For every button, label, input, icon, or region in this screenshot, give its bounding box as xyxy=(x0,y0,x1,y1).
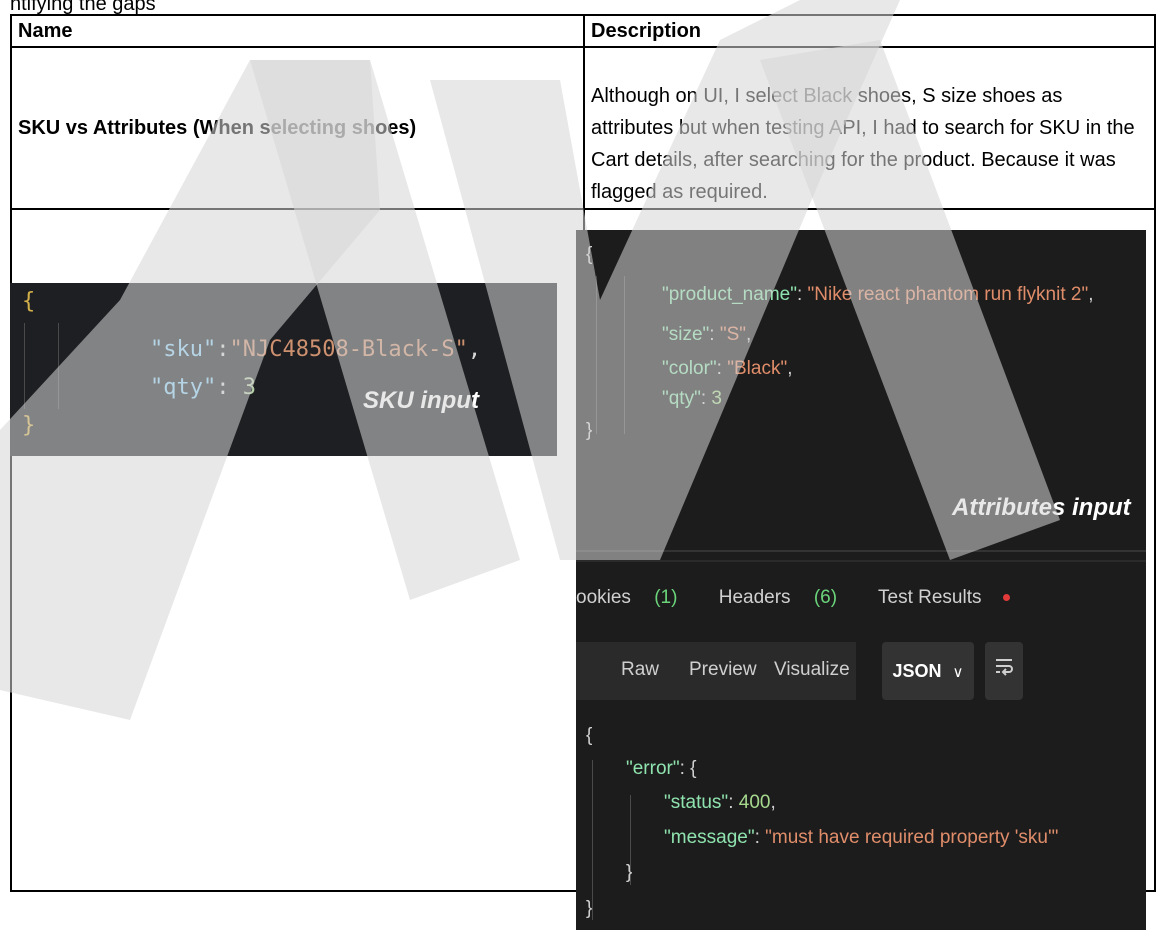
indent-guide xyxy=(24,323,25,409)
outer-close-brace: } xyxy=(586,898,593,919)
indent-guide xyxy=(624,276,625,434)
qty-value: 3 xyxy=(242,375,256,400)
tab-headers[interactable]: Headers (6) xyxy=(719,587,855,608)
indent-guide xyxy=(592,760,593,920)
document-top-text: ntifying the gaps xyxy=(10,0,156,15)
open-brace: { xyxy=(22,289,36,314)
visualize-button[interactable]: Visualize xyxy=(774,659,850,681)
header-name: Name xyxy=(10,14,585,48)
divider xyxy=(576,550,1146,552)
close-brace: } xyxy=(22,413,36,438)
product-name-line: "product_name": "Nike react phantom run … xyxy=(662,284,1094,305)
format-dropdown[interactable]: JSON ∨ xyxy=(882,642,974,700)
status-line: "status": 400, xyxy=(664,792,776,813)
color-line: "color": "Black", xyxy=(662,358,793,379)
attributes-close-brace: } xyxy=(586,420,593,441)
indent-guide xyxy=(596,276,597,434)
response-open-brace: { xyxy=(586,725,593,746)
response-toolbar: Raw Preview Visualize JSON ∨ xyxy=(576,642,1146,700)
response-tabs: ookies (1) Headers (6) Test Results xyxy=(576,587,1046,609)
tab-test-results[interactable]: Test Results xyxy=(878,587,1028,608)
wrap-lines-icon[interactable] xyxy=(985,642,1023,700)
row-description-cell: Although on UI, I select Black shoes, S … xyxy=(583,46,1156,210)
attributes-input-label: Attributes input xyxy=(952,494,1131,521)
chevron-down-icon: ∨ xyxy=(952,664,964,681)
row-name-cell: SKU vs Attributes (When selecting shoes) xyxy=(10,46,585,210)
attributes-open-brace: { xyxy=(586,244,593,265)
postman-screenshot: { "product_name": "Nike react phantom ru… xyxy=(576,230,1146,930)
sku-code-screenshot: { "sku":"NJC48508-Black-S", "qty": 3 } S… xyxy=(10,283,557,456)
inner-close-brace: } xyxy=(626,862,633,883)
qty-key: "qty" xyxy=(150,375,217,400)
status-dot-icon xyxy=(1003,594,1011,602)
header-description: Description xyxy=(583,14,1156,48)
sku-value: "NJC48508-Black-S" xyxy=(229,337,468,362)
indent-guide xyxy=(58,323,59,409)
qty-attr-line: "qty": 3 xyxy=(662,388,722,409)
sku-key: "sku" xyxy=(150,337,217,362)
preview-button[interactable]: Preview xyxy=(689,659,757,681)
divider xyxy=(576,560,1146,562)
qty-line: "qty": 3 xyxy=(150,375,256,400)
error-line: "error": { xyxy=(626,758,697,779)
sku-line: "sku":"NJC48508-Black-S", xyxy=(150,337,482,362)
tab-cookies[interactable]: ookies (1) xyxy=(576,587,695,608)
raw-button[interactable]: Raw xyxy=(621,659,659,681)
table-row: SKU vs Attributes (When selecting shoes)… xyxy=(10,46,1156,210)
table-header-row: Name Description xyxy=(10,14,1156,48)
message-line: "message": "must have required property … xyxy=(664,827,1059,848)
size-line: "size": "S", xyxy=(662,324,752,345)
sku-input-label: SKU input xyxy=(363,387,479,414)
